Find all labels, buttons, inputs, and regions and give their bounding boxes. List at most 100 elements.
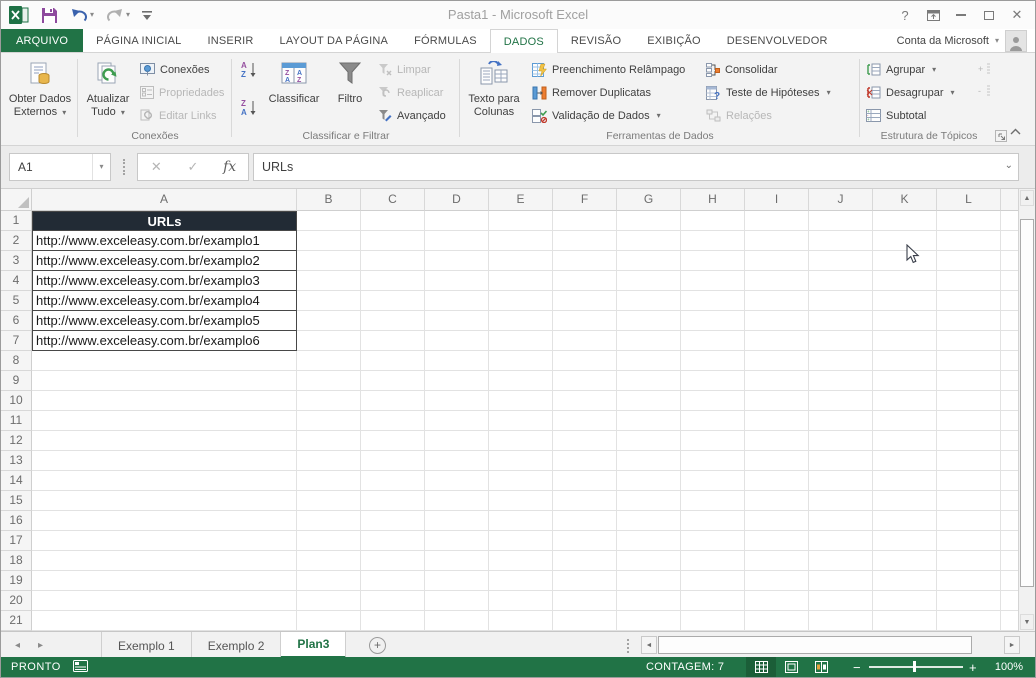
cell-K21[interactable] xyxy=(873,611,937,631)
cell-C14[interactable] xyxy=(361,471,425,491)
row-header-16[interactable]: 16 xyxy=(1,511,32,531)
row-header-2[interactable]: 2 xyxy=(1,231,32,251)
redo-button[interactable]: ▾ xyxy=(104,4,132,26)
cell-A11[interactable] xyxy=(32,411,297,431)
cell-C5[interactable] xyxy=(361,291,425,311)
cell-I16[interactable] xyxy=(745,511,809,531)
cell-F8[interactable] xyxy=(553,351,617,371)
cell-D5[interactable] xyxy=(425,291,489,311)
cell-D3[interactable] xyxy=(425,251,489,271)
cell-H18[interactable] xyxy=(681,551,745,571)
cell-H1[interactable] xyxy=(681,211,745,231)
cell-F17[interactable] xyxy=(553,531,617,551)
cell-K11[interactable] xyxy=(873,411,937,431)
cell-F7[interactable] xyxy=(553,331,617,351)
row-header-7[interactable]: 7 xyxy=(1,331,32,351)
cell-D11[interactable] xyxy=(425,411,489,431)
filtro-button[interactable]: Filtro xyxy=(329,57,371,106)
cell-L17[interactable] xyxy=(937,531,1001,551)
undo-dropdown-icon[interactable]: ▾ xyxy=(90,11,94,19)
cell-H15[interactable] xyxy=(681,491,745,511)
propriedades-button[interactable]: Propriedades xyxy=(137,82,227,103)
cell-I13[interactable] xyxy=(745,451,809,471)
row-header-15[interactable]: 15 xyxy=(1,491,32,511)
vertical-scrollbar[interactable]: ▲ ▼ xyxy=(1018,189,1035,631)
cell-K8[interactable] xyxy=(873,351,937,371)
help-button[interactable]: ? xyxy=(891,1,919,29)
select-all-corner[interactable] xyxy=(1,189,32,211)
cell-K16[interactable] xyxy=(873,511,937,531)
macro-record-icon[interactable] xyxy=(73,660,88,672)
cell-B6[interactable] xyxy=(297,311,361,331)
cell-I3[interactable] xyxy=(745,251,809,271)
cell-G15[interactable] xyxy=(617,491,681,511)
column-header-K[interactable]: K xyxy=(873,189,937,211)
cell-I8[interactable] xyxy=(745,351,809,371)
cell-E17[interactable] xyxy=(489,531,553,551)
horizontal-scroll-thumb[interactable] xyxy=(658,636,972,654)
cell-A5[interactable]: http://www.exceleasy.com.br/examplo4 xyxy=(32,291,297,311)
cell-C20[interactable] xyxy=(361,591,425,611)
cell-C12[interactable] xyxy=(361,431,425,451)
column-header-G[interactable]: G xyxy=(617,189,681,211)
cell-A13[interactable] xyxy=(32,451,297,471)
cell-H17[interactable] xyxy=(681,531,745,551)
cell-I18[interactable] xyxy=(745,551,809,571)
cell-F1[interactable] xyxy=(553,211,617,231)
cell-H11[interactable] xyxy=(681,411,745,431)
cell-J3[interactable] xyxy=(809,251,873,271)
cell-G10[interactable] xyxy=(617,391,681,411)
scroll-up-button[interactable]: ▲ xyxy=(1020,190,1034,206)
cell-K1[interactable] xyxy=(873,211,937,231)
expand-formula-bar-icon[interactable]: ⌄ xyxy=(1005,160,1013,171)
relacoes-button[interactable]: Relações xyxy=(703,105,834,126)
cell-H8[interactable] xyxy=(681,351,745,371)
tab-layout-da-pagina[interactable]: LAYOUT DA PÁGINA xyxy=(267,29,402,52)
cell-E14[interactable] xyxy=(489,471,553,491)
column-header-D[interactable]: D xyxy=(425,189,489,211)
cell-F18[interactable] xyxy=(553,551,617,571)
save-button[interactable] xyxy=(39,4,60,26)
cell-G4[interactable] xyxy=(617,271,681,291)
cell-A2[interactable]: http://www.exceleasy.com.br/examplo1 xyxy=(32,231,297,251)
preenchimento-relampago-button[interactable]: Preenchimento Relâmpago xyxy=(529,59,688,80)
cell-B11[interactable] xyxy=(297,411,361,431)
texto-para-colunas-button[interactable]: Texto para Colunas xyxy=(465,57,523,119)
atualizar-tudo-button[interactable]: Atualizar Tudo ▾ xyxy=(81,57,135,119)
cell-I10[interactable] xyxy=(745,391,809,411)
cell-F3[interactable] xyxy=(553,251,617,271)
cell-K2[interactable] xyxy=(873,231,937,251)
cell-C17[interactable] xyxy=(361,531,425,551)
cell-J21[interactable] xyxy=(809,611,873,631)
cell-G17[interactable] xyxy=(617,531,681,551)
cell-K6[interactable] xyxy=(873,311,937,331)
desagrupar-button[interactable]: Desagrupar ▾ xyxy=(863,82,958,103)
cell-A10[interactable] xyxy=(32,391,297,411)
status-count[interactable]: CONTAGEM: 7 xyxy=(646,661,724,673)
column-header-H[interactable]: H xyxy=(681,189,745,211)
cell-E12[interactable] xyxy=(489,431,553,451)
cell-C3[interactable] xyxy=(361,251,425,271)
cell-C10[interactable] xyxy=(361,391,425,411)
cell-K20[interactable] xyxy=(873,591,937,611)
agrupar-button[interactable]: Agrupar ▾ xyxy=(863,59,958,80)
cell-D15[interactable] xyxy=(425,491,489,511)
cell-H16[interactable] xyxy=(681,511,745,531)
cell-I9[interactable] xyxy=(745,371,809,391)
cell-B17[interactable] xyxy=(297,531,361,551)
cell-I15[interactable] xyxy=(745,491,809,511)
cell-A21[interactable] xyxy=(32,611,297,631)
zoom-slider-track[interactable] xyxy=(869,666,963,668)
cell-L3[interactable] xyxy=(937,251,1001,271)
minimize-button[interactable] xyxy=(947,1,975,29)
cell-C21[interactable] xyxy=(361,611,425,631)
cell-L7[interactable] xyxy=(937,331,1001,351)
column-header-I[interactable]: I xyxy=(745,189,809,211)
cell-B19[interactable] xyxy=(297,571,361,591)
cell-C19[interactable] xyxy=(361,571,425,591)
cell-L1[interactable] xyxy=(937,211,1001,231)
cell-J18[interactable] xyxy=(809,551,873,571)
row-header-1[interactable]: 1 xyxy=(1,211,32,231)
cell-J4[interactable] xyxy=(809,271,873,291)
cell-J1[interactable] xyxy=(809,211,873,231)
